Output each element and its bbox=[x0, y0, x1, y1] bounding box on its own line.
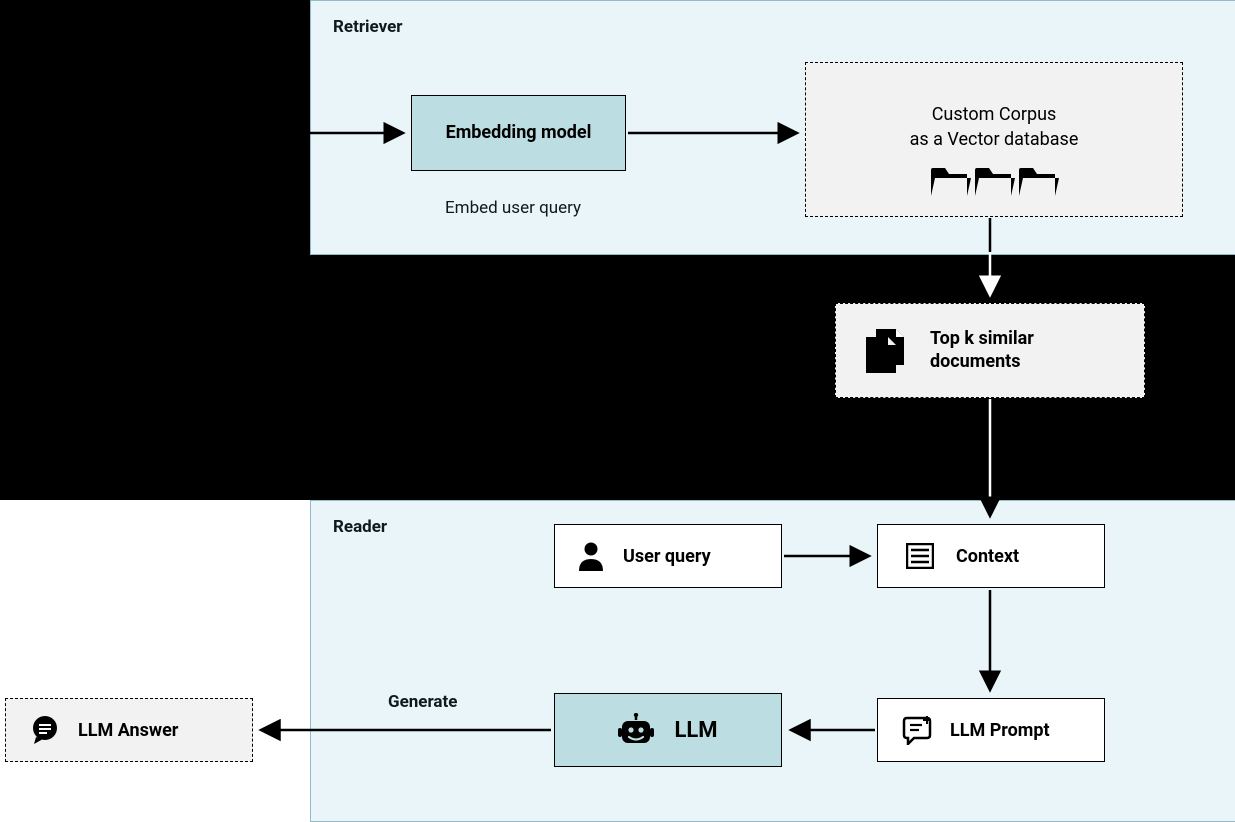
diagram-canvas: Retriever Embedding model Embed user que… bbox=[0, 0, 1235, 820]
chat-icon bbox=[30, 715, 60, 745]
user-query-label: User query bbox=[623, 546, 711, 567]
corpus-line2: as a Vector database bbox=[910, 129, 1079, 150]
topk-label: Top k similar documents bbox=[930, 328, 1110, 373]
llm-label: LLM bbox=[674, 718, 717, 743]
llm-answer-label: LLM Answer bbox=[78, 720, 178, 741]
llm-box: LLM bbox=[554, 693, 782, 767]
reader-title: Reader bbox=[333, 517, 387, 537]
generate-label: Generate bbox=[388, 692, 457, 712]
context-label: Context bbox=[956, 546, 1019, 567]
llm-prompt-label: LLM Prompt bbox=[950, 720, 1050, 741]
embedding-model-box: Embedding model bbox=[411, 95, 626, 171]
user-icon bbox=[577, 541, 605, 571]
robot-icon bbox=[618, 713, 654, 747]
embedding-model-label: Embedding model bbox=[446, 122, 592, 145]
context-box: Context bbox=[877, 524, 1105, 588]
corpus-box: Custom Corpus as a Vector database bbox=[805, 62, 1183, 217]
prompt-icon bbox=[902, 715, 932, 745]
topk-box: Top k similar documents bbox=[835, 303, 1145, 398]
llm-answer-box: LLM Answer bbox=[5, 698, 253, 762]
llm-prompt-box: LLM Prompt bbox=[877, 698, 1105, 762]
user-query-box: User query bbox=[554, 524, 782, 588]
folder-icons bbox=[929, 160, 1059, 200]
context-icon bbox=[906, 543, 934, 569]
embed-user-query-caption: Embed user query bbox=[445, 198, 581, 218]
corpus-line1: Custom Corpus bbox=[932, 104, 1057, 125]
retriever-title: Retriever bbox=[333, 17, 403, 37]
documents-icon bbox=[862, 327, 906, 375]
